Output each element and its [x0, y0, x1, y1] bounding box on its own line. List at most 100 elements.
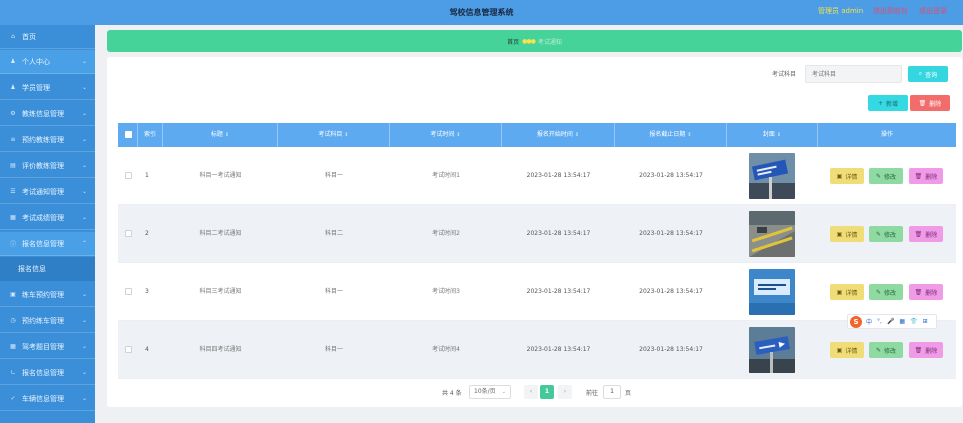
- sidebar-item-coaches[interactable]: ⚙ 教练信息管理 ⌄: [0, 102, 95, 126]
- document-icon: ▣: [836, 172, 843, 180]
- sidebar-item-exam-scores[interactable]: ▦ 考试成绩管理 ⌄: [0, 206, 95, 230]
- batch-delete-button[interactable]: 🗑 删除: [910, 95, 950, 111]
- keyboard-icon[interactable]: ▦: [899, 318, 905, 325]
- table-header: 索引 标题 ⇕ 考试科目 ⇕ 考试时间 ⇕ 报名开始时间 ⇕ 报名截止日期 ⇕ 封面 ⇕ 操…: [118, 123, 956, 147]
- goto-page-input[interactable]: 1: [603, 385, 621, 399]
- add-button[interactable]: + 新增: [868, 95, 908, 111]
- cell-start-time: 2023-01-28 13:54:17: [526, 346, 591, 353]
- detail-button[interactable]: ▣ 详情: [830, 284, 864, 300]
- sidebar-item-vehicles[interactable]: ✓ 车辆信息管理 ⌄: [0, 387, 95, 411]
- column-header-start-time[interactable]: 报名开始时间 ⇕: [502, 123, 615, 147]
- sidebar-item-booked-practice[interactable]: ◷ 预约练车管理 ⌄: [0, 309, 95, 333]
- column-header-label: 封面: [762, 131, 775, 138]
- cell-index: 2: [145, 230, 149, 237]
- chevron-down-icon: ⌄: [81, 162, 87, 169]
- breadcrumb-home[interactable]: 首页: [507, 37, 519, 46]
- breadcrumb: 首页 ●●● 考试通知: [107, 30, 962, 52]
- cell-subject: 科目一: [324, 346, 343, 353]
- cell-index: 4: [145, 346, 149, 353]
- chevron-down-icon: ⌄: [81, 136, 87, 143]
- sidebar-item-profile[interactable]: ♟ 个人中心 ⌄: [0, 50, 95, 74]
- edit-button[interactable]: ✎ 修改: [869, 226, 903, 242]
- cover-image[interactable]: [749, 211, 795, 257]
- sogou-logo-icon[interactable]: S: [850, 315, 862, 328]
- microphone-icon[interactable]: 🎤: [887, 318, 894, 325]
- row-checkbox[interactable]: [125, 346, 132, 353]
- sidebar-item-registration-2[interactable]: ∟ 报名信息管理 ⌄: [0, 361, 95, 385]
- column-header-subject[interactable]: 考试科目 ⇕: [278, 123, 390, 147]
- back-to-frontend-link[interactable]: 退出到前台: [873, 0, 908, 22]
- sidebar-item-label: 教练信息管理: [22, 109, 64, 118]
- row-checkbox[interactable]: [125, 230, 132, 237]
- cell-start-time: 2023-01-28 13:54:17: [526, 172, 591, 179]
- chevron-down-icon: ⌄: [81, 395, 87, 402]
- page-number-button[interactable]: 1: [540, 385, 554, 399]
- sidebar-item-students[interactable]: ♟ 学员管理 ⌄: [0, 76, 95, 100]
- sidebar-item-exam-notices[interactable]: ☰ 考试通知管理 ⌄: [0, 180, 95, 204]
- column-header-label: 考试科目: [318, 131, 343, 138]
- cover-image[interactable]: [749, 153, 795, 199]
- sort-icon: ⇕: [224, 132, 230, 138]
- trash-icon: 🗑: [914, 346, 923, 354]
- edit-button[interactable]: ✎ 修改: [869, 284, 903, 300]
- cell-end-date: 2023-01-28 13:54:17: [639, 288, 703, 295]
- edit-button-label: 修改: [884, 173, 897, 181]
- ime-mode-icon[interactable]: 中: [866, 317, 872, 326]
- sidebar-item-practice-bookings[interactable]: ▣ 练车预约管理 ⌄: [0, 283, 95, 307]
- sidebar-item-exam-questions[interactable]: ▦ 驾考题目管理 ⌄: [0, 335, 95, 359]
- sidebar-item-registration[interactable]: ⓘ 报名信息管理 ⌃: [0, 232, 95, 256]
- skin-icon[interactable]: 👕: [910, 318, 917, 325]
- prev-page-button[interactable]: ‹: [524, 385, 538, 399]
- chevron-down-icon: ⌄: [81, 58, 87, 65]
- page-size-select[interactable]: 10条/页 ⌄: [469, 385, 511, 399]
- edit-button[interactable]: ✎ 修改: [869, 168, 903, 184]
- delete-row-button[interactable]: 🗑 删除: [909, 342, 943, 358]
- detail-button[interactable]: ▣ 详情: [830, 226, 864, 242]
- delete-row-button-label: 删除: [925, 347, 938, 355]
- home-icon: ⌂: [11, 33, 15, 40]
- breadcrumb-current: 考试通知: [537, 38, 562, 46]
- subject-search-input[interactable]: [805, 65, 902, 83]
- row-checkbox[interactable]: [125, 288, 132, 295]
- edit-button[interactable]: ✎ 修改: [869, 342, 903, 358]
- sidebar-item-coach-bookings[interactable]: ≡ 预约教练管理 ⌄: [0, 128, 95, 152]
- table-row: 2 科目二考试通知 科目二 考试时间2 2023-01-28 13:54:17 …: [118, 205, 956, 263]
- sort-icon: ⇕: [574, 132, 580, 138]
- logout-link[interactable]: 退出登录: [919, 0, 947, 22]
- row-checkbox[interactable]: [125, 172, 132, 179]
- sidebar-item-coach-reviews[interactable]: ▤ 评价教练管理 ⌄: [0, 154, 95, 178]
- select-all-checkbox[interactable]: [125, 131, 132, 138]
- column-header-cover[interactable]: 封面 ⇕: [727, 123, 818, 147]
- cover-image[interactable]: [749, 327, 795, 373]
- delete-row-button[interactable]: 🗑 删除: [909, 284, 943, 300]
- column-header-label: 标题: [210, 131, 223, 138]
- sidebar-item-label: 练车预约管理: [22, 290, 64, 299]
- cell-exam-time: 考试时间3: [432, 288, 460, 295]
- document-icon: ▣: [836, 346, 843, 354]
- column-header-end-date[interactable]: 报名截止日期 ⇕: [615, 123, 727, 147]
- detail-button[interactable]: ▣ 详情: [830, 168, 864, 184]
- toolbox-icon[interactable]: ⊞: [923, 318, 928, 325]
- edit-button-label: 修改: [884, 347, 897, 355]
- punctuation-icon[interactable]: °,: [877, 318, 882, 325]
- cover-image[interactable]: [749, 269, 795, 315]
- calendar-icon: ◷: [10, 317, 16, 324]
- sidebar-item-home[interactable]: ⌂ 首页: [0, 25, 95, 49]
- cell-title: 科目四考试通知: [199, 346, 242, 353]
- delete-row-button[interactable]: 🗑 删除: [909, 226, 943, 242]
- column-header-title[interactable]: 标题 ⇕: [163, 123, 278, 147]
- sort-icon: ⇕: [776, 132, 782, 138]
- column-header-exam-time[interactable]: 考试时间 ⇕: [390, 123, 502, 147]
- column-header-label: 报名开始时间: [536, 131, 573, 138]
- sidebar-subitem-registration-info[interactable]: 报名信息: [0, 257, 95, 281]
- delete-row-button[interactable]: 🗑 删除: [909, 168, 943, 184]
- user-icon: ♟: [10, 84, 16, 91]
- table-row: 1 科目一考试通知 科目一 考试时间1 2023-01-28 13:54:17 …: [118, 147, 956, 205]
- next-page-button[interactable]: ›: [558, 385, 572, 399]
- detail-button[interactable]: ▣ 详情: [830, 342, 864, 358]
- query-button[interactable]: ⌕ 查询: [908, 66, 948, 82]
- sidebar-item-label: 驾考题目管理: [22, 342, 64, 351]
- chevron-down-icon: ⌄: [81, 291, 87, 298]
- sidebar-item-label: 报名信息管理: [22, 239, 64, 248]
- sidebar-item-label: 预约教练管理: [22, 135, 64, 144]
